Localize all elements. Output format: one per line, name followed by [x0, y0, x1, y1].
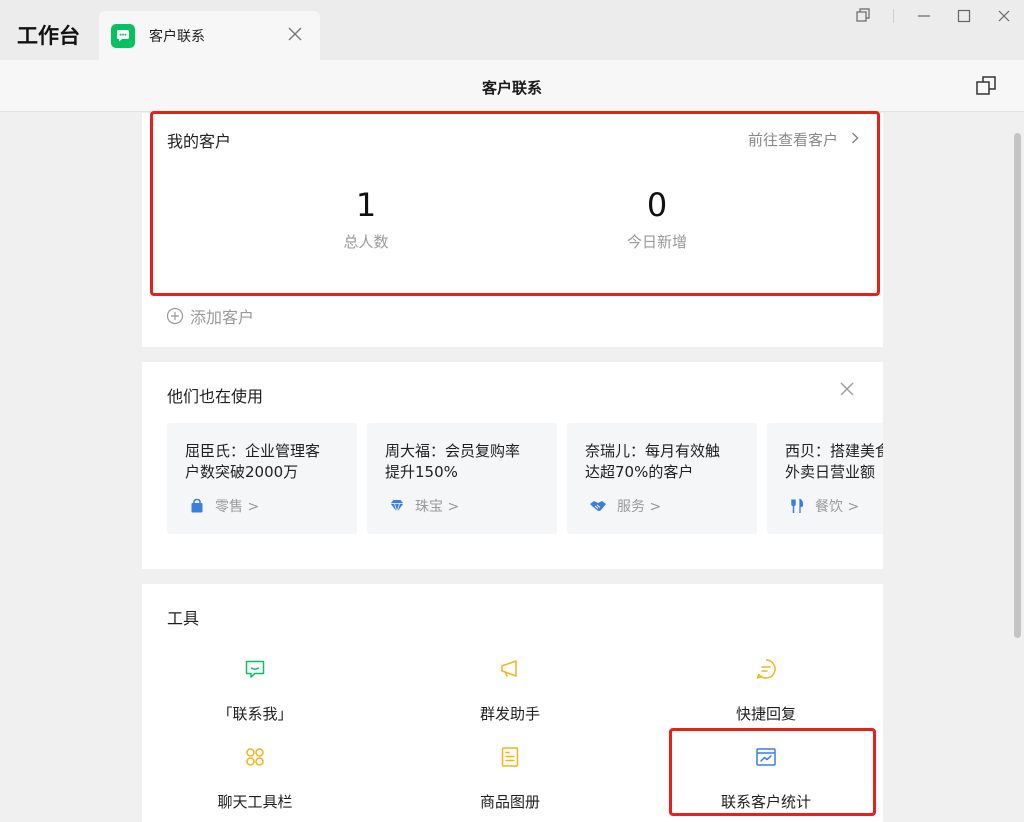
- page-title: 客户联系: [481, 79, 542, 97]
- tool-quick-reply[interactable]: 快捷回复: [676, 657, 856, 724]
- close-window-icon[interactable]: [994, 6, 1014, 26]
- case-text: 奈瑞儿：每月有效触 达超70%的客户: [585, 442, 721, 481]
- my-customers-title: 我的客户: [167, 132, 232, 151]
- wechat-work-icon: [111, 24, 135, 48]
- app-title[interactable]: 工作台: [17, 20, 80, 50]
- case-tag-label: 珠宝 >: [415, 499, 460, 515]
- case-text: 屈臣氏：企业管理客 户数突破2000万: [185, 442, 321, 481]
- view-customers-link[interactable]: 前往查看客户: [748, 129, 838, 150]
- stat-total: 1 总人数: [266, 185, 466, 252]
- stat-today-value: 0: [646, 186, 668, 224]
- tool-label: 聊天工具栏: [217, 793, 293, 811]
- case-tag[interactable]: 服务 >: [589, 496, 661, 516]
- case-card[interactable]: 周大福：会员复购率 提升150% 珠宝 >: [367, 423, 557, 534]
- cases-card: 他们也在使用 屈臣氏：企业管理客 户数突破2000万 零售 > 周大福：会员复购…: [142, 362, 883, 569]
- stat-total-label: 总人数: [343, 233, 389, 251]
- scrollbar-thumb[interactable]: [1014, 133, 1021, 638]
- tool-contact-me[interactable]: 「联系我」: [165, 657, 345, 724]
- case-tag[interactable]: 珠宝 >: [389, 496, 459, 516]
- statistics-icon: [756, 748, 776, 766]
- add-customer-label: 添加客户: [190, 308, 255, 327]
- tool-label: 快捷回复: [735, 705, 796, 723]
- tool-label: 联系客户统计: [720, 793, 811, 811]
- window-controls-divider: [893, 9, 894, 23]
- add-customer-button[interactable]: 添加客户: [166, 304, 254, 328]
- catalog-icon: [501, 747, 519, 767]
- tab-customer-contact[interactable]: 客户联系: [99, 11, 320, 60]
- stat-total-value: 1: [355, 186, 377, 224]
- case-tag[interactable]: 餐饮 >: [789, 496, 859, 516]
- tool-contact-statistics[interactable]: 联系客户统计: [676, 745, 856, 812]
- shopping-bag-icon: [191, 498, 203, 513]
- case-tag[interactable]: 零售 >: [189, 496, 259, 516]
- cases-title: 他们也在使用: [167, 387, 264, 406]
- close-icon[interactable]: [286, 25, 304, 43]
- my-customers-card: 我的客户 前往查看客户 1 总人数 0 今日新增 添加客户: [142, 113, 883, 347]
- add-circle-icon: [166, 307, 184, 325]
- page-header: 客户联系: [0, 60, 1024, 112]
- maximize-icon[interactable]: [954, 6, 974, 26]
- fork-knife-icon: [791, 498, 804, 513]
- tools-title: 工具: [167, 609, 200, 628]
- tool-mass-send[interactable]: 群发助手: [420, 657, 600, 724]
- stat-today-new: 0 今日新增: [557, 185, 757, 252]
- chat-bubble-icon: [245, 660, 265, 678]
- tool-label: 商品图册: [479, 793, 540, 811]
- case-tag-label: 服务 >: [617, 499, 662, 515]
- case-text: 西贝：搭建美食 外卖日营业额: [785, 442, 883, 481]
- open-in-new-window-icon[interactable]: [975, 75, 997, 97]
- diamond-icon: [390, 500, 404, 513]
- pin-window-icon[interactable]: [853, 6, 873, 26]
- tool-label: 群发助手: [479, 705, 540, 723]
- tool-product-catalog[interactable]: 商品图册: [420, 745, 600, 812]
- case-card[interactable]: 西贝：搭建美食 外卖日营业额 餐饮 >: [767, 423, 883, 534]
- case-tag-label: 餐饮 >: [815, 499, 860, 515]
- case-text: 周大福：会员复购率 提升150%: [385, 442, 521, 481]
- minimize-icon[interactable]: [914, 6, 934, 26]
- quick-reply-icon: [756, 659, 776, 679]
- tools-card: 工具 「联系我」 群发助手 快捷回复 聊天工具栏 商品图册 联系客户统计: [142, 584, 883, 822]
- case-card[interactable]: 奈瑞儿：每月有效触 达超70%的客户 服务 >: [567, 423, 757, 534]
- tool-label: 「联系我」: [217, 705, 293, 723]
- case-list: 屈臣氏：企业管理客 户数突破2000万 零售 > 周大福：会员复购率 提升150…: [167, 423, 883, 534]
- stat-today-label: 今日新增: [626, 233, 687, 251]
- case-tag-label: 零售 >: [215, 499, 260, 515]
- megaphone-icon: [501, 660, 517, 677]
- case-card[interactable]: 屈臣氏：企业管理客 户数突破2000万 零售 >: [167, 423, 357, 534]
- tab-label: 客户联系: [149, 29, 205, 45]
- title-bar: 工作台 客户联系: [0, 0, 1024, 60]
- tool-chat-toolbar[interactable]: 聊天工具栏: [165, 745, 345, 812]
- handshake-icon: [590, 501, 606, 511]
- chevron-right-icon[interactable]: [851, 132, 859, 144]
- toolbar-icon: [246, 748, 264, 766]
- close-icon[interactable]: [839, 381, 855, 397]
